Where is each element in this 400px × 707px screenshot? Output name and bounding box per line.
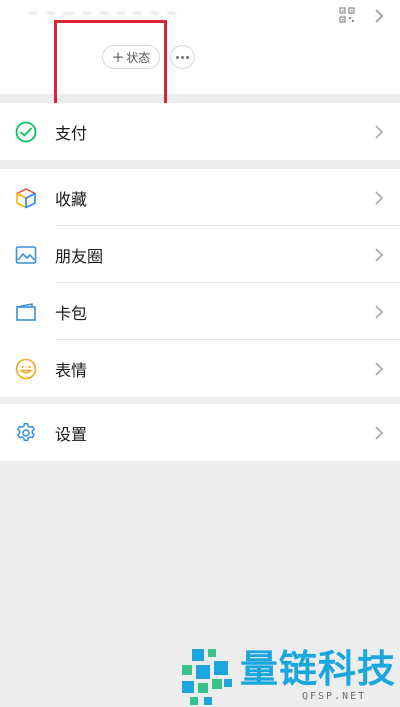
watermark: 量链科技 QFSP.NET (178, 645, 400, 707)
chevron-right-icon (375, 247, 384, 262)
gear-icon (17, 422, 35, 441)
dot-icon (181, 55, 184, 59)
menu-label-favorites: 收藏 (55, 189, 88, 209)
dot-icon (186, 55, 190, 59)
wallet-check-icon (15, 121, 37, 142)
profile-name-blurred: ~ ~ — ~ ~ ~ ~ ~ ~ (28, 6, 179, 21)
menu-item-stickers[interactable]: 表情 (0, 340, 400, 397)
photo-icon (15, 245, 37, 264)
menu-label-settings: 设置 (55, 424, 88, 444)
chevron-right-icon (375, 425, 384, 440)
menu-item-settings[interactable]: 设置 (0, 404, 400, 461)
menu-label-pay: 支付 (55, 123, 88, 143)
chevron-right-icon[interactable] (372, 7, 386, 25)
brand-logo-icon (182, 649, 232, 705)
menu-label-moments: 朋友圈 (55, 246, 104, 266)
chevron-right-icon (375, 361, 384, 376)
plus-icon: + (111, 47, 125, 66)
smiley-icon (15, 358, 37, 379)
dot-icon (175, 55, 179, 59)
qr-code-icon[interactable] (339, 7, 355, 23)
menu-item-pay[interactable]: 支付 (0, 103, 400, 160)
menu-label-cards: 卡包 (55, 303, 88, 323)
menu-item-favorites[interactable]: 收藏 (0, 169, 400, 226)
status-label: 状态 (126, 50, 151, 65)
menu-item-moments[interactable]: 朋友圈 (0, 226, 400, 283)
chevron-right-icon (375, 190, 384, 205)
profile-header[interactable]: ~ ~ — ~ ~ ~ ~ ~ ~ + 状态 (0, 0, 400, 94)
watermark-brand: 量链科技 (240, 647, 397, 691)
watermark-url: QFSP.NET (302, 691, 367, 702)
menu-item-cards[interactable]: 卡包 (0, 283, 400, 340)
card-wallet-icon (16, 302, 36, 321)
cube-icon (16, 187, 36, 208)
more-options-button[interactable] (170, 45, 195, 69)
menu-label-stickers: 表情 (55, 360, 88, 380)
chevron-right-icon (375, 124, 384, 139)
chevron-right-icon (375, 304, 384, 319)
add-status-button[interactable]: + 状态 (102, 45, 160, 69)
